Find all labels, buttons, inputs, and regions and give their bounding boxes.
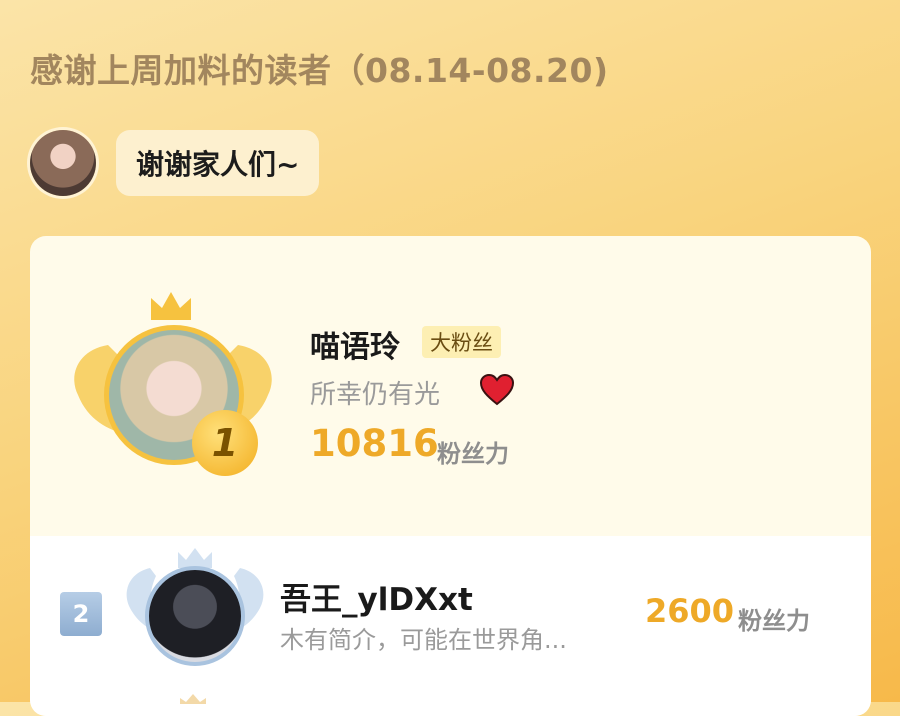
rank-2-name[interactable]: 吾王_ylDXxt [280,574,473,619]
rank-1-medal: 1 [192,410,258,476]
rank-1-fan-power-value: 10816 [310,422,439,465]
rank-2-fan-power-value: 2600 [645,592,735,630]
rank-1-fan-power-unit: 粉丝力 [437,440,509,468]
rank-1-name[interactable]: 喵语玲 [310,322,400,366]
rank-2-badge: 2 [60,592,102,636]
rank-3-crown-icon [180,694,206,704]
rank-2-bio: 木有简介，可能在世界角... [280,626,567,654]
fan-level-badge: 大粉丝 [422,326,501,358]
rank-2-fan-power-unit: 粉丝力 [738,607,810,635]
author-avatar[interactable] [30,130,96,196]
crown-icon [151,292,191,320]
greeting-bubble: 谢谢家人们~ [116,130,320,196]
crown-icon [178,548,212,568]
heart-icon [479,373,515,406]
rank-2-avatar[interactable] [145,566,245,666]
rank-1-bio: 所幸仍有光 [310,380,441,410]
page-title: 感谢上周加料的读者（08.14-08.20) [30,51,609,90]
